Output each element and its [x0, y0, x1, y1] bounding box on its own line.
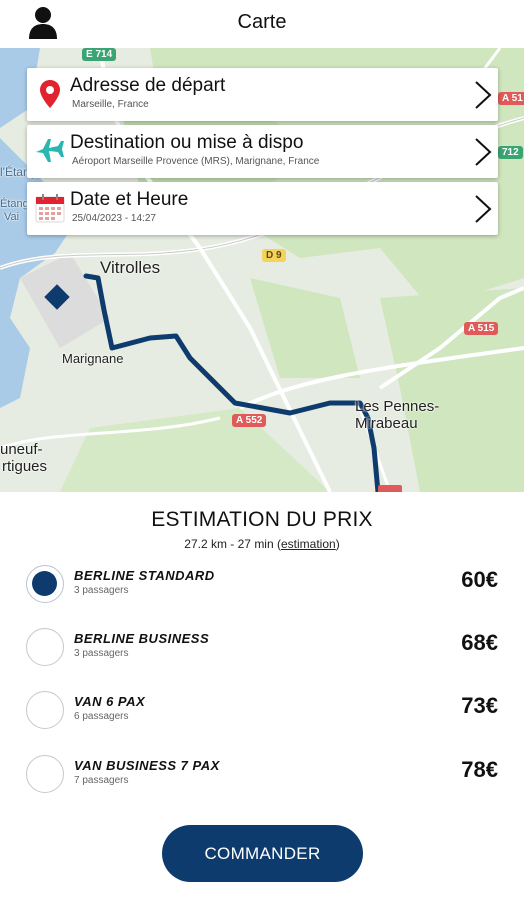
option-passengers: 3 passagers [74, 648, 129, 659]
radio-button[interactable] [26, 628, 64, 666]
option-price: 78€ [461, 757, 498, 782]
datetime-card[interactable]: Date et Heure 25/04/2023 - 14:27 [27, 182, 498, 235]
departure-value: Marseille, France [72, 99, 149, 110]
radio-button[interactable] [26, 691, 64, 729]
top-bar: Carte [0, 0, 524, 48]
datetime-value: 25/04/2023 - 14:27 [72, 213, 156, 224]
road-badge-a51: A 51 [498, 92, 524, 105]
option-passengers: 7 passagers [74, 775, 129, 786]
chevron-right-icon [475, 195, 492, 223]
option-name: BERLINE STANDARD [74, 568, 215, 583]
option-price: 73€ [461, 693, 498, 718]
road-badge-a552: A 552 [232, 414, 267, 427]
map-label-mirabeau: Mirabeau [355, 415, 418, 432]
option-price: 68€ [461, 630, 498, 655]
map-label-uneuf: uneuf- [0, 441, 43, 458]
map-view[interactable]: Vitrolles Marignane Les Pennes- Mirabeau… [0, 48, 524, 492]
map-pin-icon [40, 80, 60, 108]
road-badge-a515: A 515 [464, 322, 499, 335]
departure-label: Adresse de départ [70, 75, 226, 96]
radio-button[interactable] [26, 755, 64, 793]
option-berline-business[interactable]: BERLINE BUSINESS 3 passagers 68€ [26, 626, 498, 670]
airplane-icon [36, 139, 64, 162]
option-price: 60€ [461, 567, 498, 592]
estimation-link[interactable]: estimation [281, 537, 336, 551]
map-label-vitrolles: Vitrolles [100, 258, 161, 277]
map-label-marignane: Marignane [62, 351, 124, 366]
page-title: Carte [237, 11, 287, 33]
map-label-les-pennes: Les Pennes- [355, 398, 440, 415]
option-van-business-7-pax[interactable]: VAN BUSINESS 7 PAX 7 passagers 78€ [26, 753, 498, 797]
map-label-rtigues: rtigues [2, 458, 48, 475]
option-berline-standard[interactable]: BERLINE STANDARD 3 passagers 60€ [26, 563, 498, 607]
datetime-label: Date et Heure [70, 189, 189, 210]
departure-card[interactable]: Adresse de départ Marseille, France [27, 68, 498, 121]
estimate-subtitle: 27.2 km - 27 min (estimation) [184, 537, 340, 551]
option-name: BERLINE BUSINESS [74, 631, 210, 646]
option-passengers: 3 passagers [74, 585, 129, 596]
destination-label: Destination ou mise à dispo [70, 132, 304, 153]
radio-button[interactable] [26, 565, 64, 603]
distance-time: 27.2 km - 27 min [184, 537, 274, 551]
option-van-6-pax[interactable]: VAN 6 PAX 6 passagers 73€ [26, 689, 498, 733]
chevron-right-icon [475, 138, 492, 166]
destination-value: Aéroport Marseille Provence (MRS), Marig… [72, 156, 320, 167]
road-badge-712: 712 [498, 146, 523, 159]
calendar-icon [35, 194, 65, 223]
road-badge-e714: E 714 [82, 48, 117, 61]
option-name: VAN BUSINESS 7 PAX [74, 758, 220, 773]
order-button[interactable]: COMMANDER [162, 825, 363, 882]
chevron-right-icon [475, 81, 492, 109]
map-label-vai: Vai [4, 211, 20, 223]
map-label-etang2: Étang [0, 198, 29, 210]
estimate-title: ESTIMATION DU PRIX [151, 508, 373, 531]
destination-card[interactable]: Destination ou mise à dispo Aéroport Mar… [27, 125, 498, 178]
option-name: VAN 6 PAX [74, 694, 146, 709]
road-badge-d9: D 9 [262, 249, 286, 262]
option-passengers: 6 passagers [74, 711, 129, 722]
